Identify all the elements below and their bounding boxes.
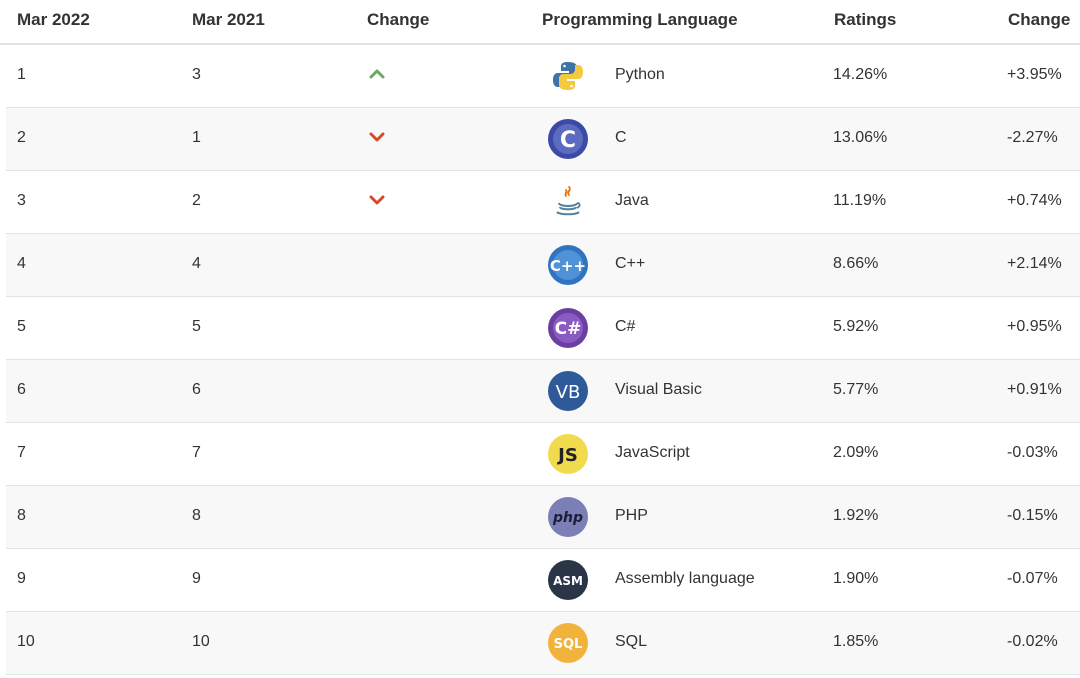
language-name[interactable]: Visual Basic — [615, 381, 702, 399]
rank-2022: 2 — [17, 129, 26, 146]
language-name[interactable]: C# — [615, 318, 635, 336]
rank-2022: 4 — [17, 255, 26, 272]
rank-2022: 3 — [17, 192, 26, 209]
rating-value: 5.92% — [833, 318, 879, 335]
rating-change: +3.95% — [1007, 66, 1062, 83]
rank-2021: 4 — [192, 255, 201, 272]
rank-2022: 7 — [17, 444, 26, 461]
rank-2021: 9 — [192, 570, 201, 587]
js-logo-text: JS — [556, 445, 578, 466]
rating-value: 11.19% — [833, 192, 887, 209]
rating-change: +0.74% — [1007, 192, 1062, 209]
cpp-logo-text: C++ — [550, 257, 586, 275]
language-name[interactable]: Python — [615, 66, 665, 84]
rank-2022: 9 — [17, 570, 26, 587]
language-name[interactable]: C++ — [615, 255, 645, 273]
rating-change: -2.27% — [1007, 129, 1058, 146]
rating-change: -0.03% — [1007, 444, 1058, 461]
sql-logo-text: SQL — [554, 637, 583, 652]
rating-change: -0.07% — [1007, 570, 1058, 587]
python-logo-icon — [553, 62, 583, 90]
trend-down-icon — [369, 132, 385, 142]
rating-change: -0.02% — [1007, 633, 1058, 650]
rank-2021: 2 — [192, 192, 201, 209]
rank-2021: 5 — [192, 318, 201, 335]
table-row: 10 10 SQL SQL 1.85% -0.02% — [6, 612, 1080, 675]
table-row: 7 7 JS JavaScript 2.09% -0.03% — [6, 423, 1080, 486]
header-change-rating[interactable]: Change — [1008, 10, 1070, 30]
rating-change: +0.95% — [1007, 318, 1062, 335]
php-logo-icon: php — [548, 497, 588, 537]
rating-change: +2.14% — [1007, 255, 1062, 272]
vb-logo-text: VB — [556, 382, 581, 403]
js-logo-icon: JS — [548, 434, 588, 474]
rating-value: 14.26% — [833, 66, 888, 83]
rating-change: +0.91% — [1007, 381, 1062, 398]
header-change-rank[interactable]: Change — [367, 10, 429, 30]
header-programming-language[interactable]: Programming Language — [542, 10, 738, 30]
rating-value: 8.66% — [833, 255, 879, 272]
table-row: 1 3 Python 14.26% +3.95% — [6, 45, 1080, 108]
header-mar-2021[interactable]: Mar 2021 — [192, 10, 265, 30]
trend-down-icon — [369, 195, 385, 205]
language-name[interactable]: Assembly language — [615, 570, 755, 588]
csharp-logo-text: C# — [555, 319, 582, 339]
java-logo-icon — [556, 186, 581, 216]
header-mar-2022[interactable]: Mar 2022 — [17, 10, 90, 30]
rating-value: 1.92% — [833, 507, 879, 524]
rank-2021: 3 — [192, 66, 201, 83]
sql-logo-icon: SQL — [548, 623, 588, 663]
table-row: 9 9 ASM Assembly language 1.90% -0.07% — [6, 549, 1080, 612]
language-ranking-table: Mar 2022 Mar 2021 Change Programming Lan… — [0, 0, 1080, 678]
rank-2022: 6 — [17, 381, 26, 398]
rank-2022: 10 — [17, 633, 35, 650]
rating-value: 1.85% — [833, 633, 879, 650]
table-row: 8 8 php PHP 1.92% -0.15% — [6, 486, 1080, 549]
rating-value: 5.77% — [833, 381, 879, 398]
rating-value: 13.06% — [833, 129, 888, 146]
c-logo-text: C — [560, 128, 576, 153]
language-name[interactable]: SQL — [615, 633, 647, 651]
rank-2021: 6 — [192, 381, 201, 398]
language-name[interactable]: Java — [615, 192, 649, 210]
csharp-logo-icon: C# — [548, 308, 588, 348]
asm-logo-text: ASM — [553, 574, 583, 588]
vb-logo-icon: VB — [548, 371, 588, 411]
asm-logo-icon: ASM — [548, 560, 588, 600]
rank-2022: 8 — [17, 507, 26, 524]
rank-2022: 1 — [17, 66, 26, 83]
table-row: 2 1 C C 13.06% -2.27% — [6, 108, 1080, 171]
trend-up-icon — [369, 69, 385, 79]
rank-2021: 7 — [192, 444, 201, 461]
table-header: Mar 2022 Mar 2021 Change Programming Lan… — [0, 0, 1080, 45]
rank-2022: 5 — [17, 318, 26, 335]
c-logo-icon: C — [548, 119, 588, 159]
rank-2021: 1 — [192, 129, 201, 146]
rank-2021: 8 — [192, 507, 201, 524]
language-name[interactable]: C — [615, 129, 627, 147]
rating-value: 1.90% — [833, 570, 879, 587]
rating-value: 2.09% — [833, 444, 879, 461]
language-name[interactable]: PHP — [615, 507, 648, 525]
table-row: 4 4 C++ C++ 8.66% +2.14% — [6, 234, 1080, 297]
language-name[interactable]: JavaScript — [615, 444, 690, 462]
table-row: 5 5 C# C# 5.92% +0.95% — [6, 297, 1080, 360]
rating-change: -0.15% — [1007, 507, 1058, 524]
table-row: 6 6 VB Visual Basic 5.77% +0.91% — [6, 360, 1080, 423]
cpp-logo-icon: C++ — [548, 245, 588, 285]
table-row: 3 2 Java 11.19% +0.74% — [6, 171, 1080, 234]
php-logo-text: php — [552, 510, 583, 526]
header-ratings[interactable]: Ratings — [834, 10, 896, 30]
rank-2021: 10 — [192, 633, 210, 650]
